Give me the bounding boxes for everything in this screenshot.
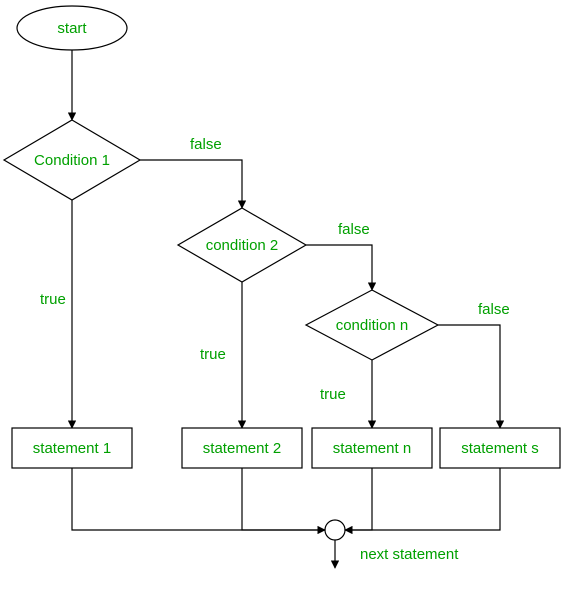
- next-label: next statement: [360, 546, 459, 563]
- cond2-true-label: true: [200, 346, 226, 363]
- cond2-label: condition 2: [206, 237, 279, 254]
- edge-stmt1-merge: [72, 468, 325, 530]
- edge-cond2-false: [306, 245, 372, 290]
- cond2-false-label: false: [338, 221, 370, 238]
- cond1-true-label: true: [40, 291, 66, 308]
- edge-cond3-false: [438, 325, 500, 428]
- flowchart: start Condition 1 false true condition 2…: [0, 0, 572, 599]
- cond1-label: Condition 1: [34, 152, 110, 169]
- cond3-label: condition n: [336, 317, 409, 334]
- cond3-true-label: true: [320, 386, 346, 403]
- merge-node: [325, 520, 345, 540]
- edge-stmt2-merge: [242, 468, 325, 530]
- cond3-false-label: false: [478, 301, 510, 318]
- stmt2-label: statement 2: [203, 440, 281, 457]
- edge-cond1-false: [140, 160, 242, 208]
- cond1-false-label: false: [190, 136, 222, 153]
- stmt3-label: statement n: [333, 440, 411, 457]
- stmt1-label: statement 1: [33, 440, 111, 457]
- start-label: start: [57, 20, 87, 37]
- edge-stmt4-merge: [345, 468, 500, 530]
- stmt4-label: statement s: [461, 440, 539, 457]
- edge-stmt3-merge: [345, 468, 372, 530]
